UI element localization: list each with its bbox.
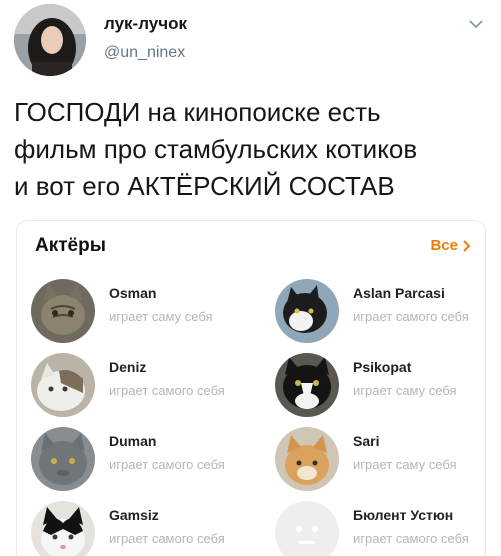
actor-item[interactable]: Psikopat играет саму себя: [275, 353, 495, 417]
actor-name: Gamsiz: [109, 507, 159, 523]
chevron-right-icon: [463, 239, 471, 252]
actor-name: Deniz: [109, 359, 147, 375]
white-tabby-cat-photo: [31, 353, 95, 417]
placeholder-face-icon: [275, 501, 339, 556]
actor-item[interactable]: Бюлент Устюн играет самого себя: [275, 501, 495, 556]
actor-role: играет саму себя: [353, 383, 457, 398]
user-avatar-photo: [14, 4, 86, 76]
actor-name: Duman: [109, 433, 157, 449]
chevron-down-icon[interactable]: [468, 18, 484, 30]
see-all-link[interactable]: Все: [430, 237, 471, 254]
tabby-cat-photo: [31, 279, 95, 343]
user-handle[interactable]: @un_ninex: [104, 44, 185, 62]
actor-item[interactable]: Sari играет саму себя: [275, 427, 495, 491]
actor-role: играет самого себя: [353, 531, 469, 546]
actor-role: играет самого себя: [109, 383, 225, 398]
actor-name: Бюлент Устюн: [353, 507, 454, 523]
actor-role: играет самого себя: [109, 457, 225, 472]
actor-name: Osman: [109, 285, 157, 301]
tweet-header: лук-лучок @un_ninex: [14, 4, 488, 76]
grey-cat-photo: [31, 427, 95, 491]
cast-card: Актёры Все Osman играет саму себя Aslan …: [16, 220, 486, 556]
actor-role: играет саму себя: [109, 309, 213, 324]
tweet-text: ГОСПОДИ на кинопоиске есть фильм про ста…: [14, 97, 418, 201]
actor-role: играет самого себя: [109, 531, 225, 546]
avatar[interactable]: [14, 4, 86, 76]
black-white-cat-photo: [31, 501, 95, 556]
tuxedo-cat-photo: [275, 353, 339, 417]
actor-name: Aslan Parcasi: [353, 285, 445, 301]
actor-item[interactable]: Osman играет саму себя: [31, 279, 251, 343]
black-white-cat-photo: [275, 279, 339, 343]
actor-item[interactable]: Aslan Parcasi играет самого себя: [275, 279, 495, 343]
actor-name: Psikopat: [353, 359, 412, 375]
actor-role: играет саму себя: [353, 457, 457, 472]
actor-role: играет самого себя: [353, 309, 469, 324]
card-title: Актёры: [35, 235, 106, 256]
actor-item[interactable]: Gamsiz играет самого себя: [31, 501, 251, 556]
ginger-cat-photo: [275, 427, 339, 491]
actor-name: Sari: [353, 433, 380, 449]
display-name[interactable]: лук-лучок: [104, 14, 187, 34]
actor-item[interactable]: Duman играет самого себя: [31, 427, 251, 491]
see-all-label: Все: [430, 237, 458, 254]
actor-item[interactable]: Deniz играет самого себя: [31, 353, 251, 417]
